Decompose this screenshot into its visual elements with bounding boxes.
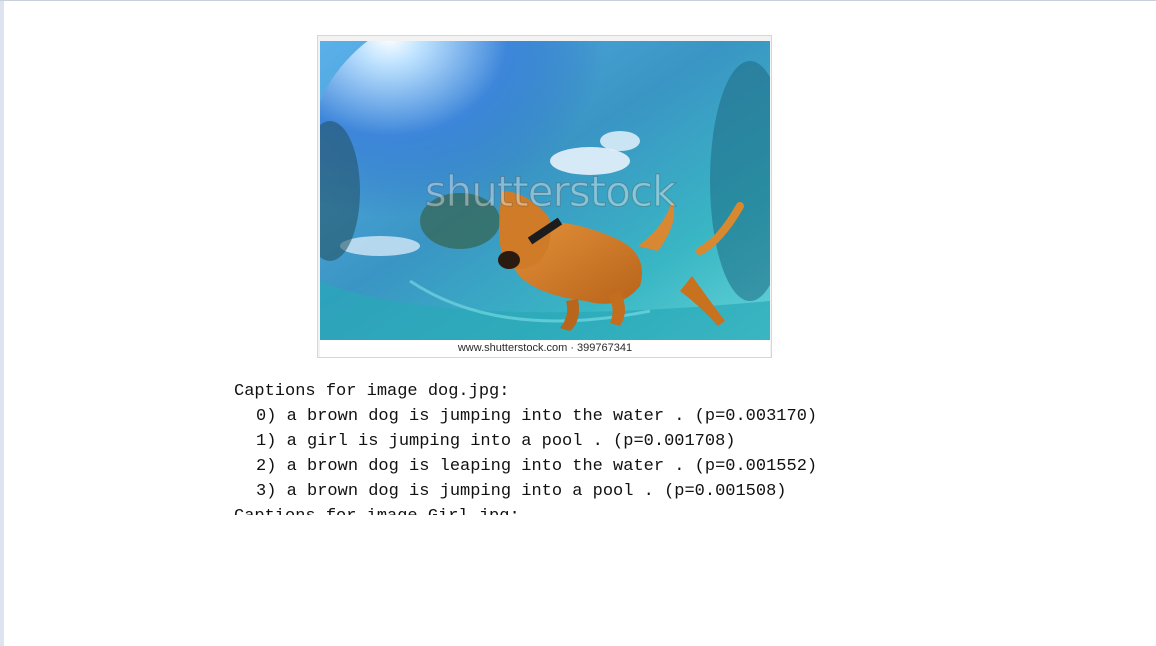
caption-line: 3) a brown dog is jumping into a pool . …	[256, 482, 787, 501]
caption-output: Captions for image dog.jpg: 0) a brown d…	[234, 379, 934, 515]
image-frame: shutterstock www.shutterstock.com · 3997…	[317, 35, 772, 358]
output-header-cut-off: Captions for image Girl.jpg:	[234, 504, 934, 515]
watermark-text: shutterstock	[424, 167, 677, 217]
caption-line: 0) a brown dog is jumping into the water…	[256, 407, 818, 426]
image-footer-caption: www.shutterstock.com · 399767341	[320, 340, 770, 357]
output-header: Captions for image dog.jpg:	[234, 382, 510, 401]
caption-line: 1) a girl is jumping into a pool . (p=0.…	[256, 432, 736, 451]
dog-underwater-photo: shutterstock	[320, 41, 770, 340]
window-left-edge	[0, 1, 4, 646]
page: shutterstock www.shutterstock.com · 3997…	[0, 0, 1156, 646]
caption-line: 2) a brown dog is leaping into the water…	[256, 457, 818, 476]
